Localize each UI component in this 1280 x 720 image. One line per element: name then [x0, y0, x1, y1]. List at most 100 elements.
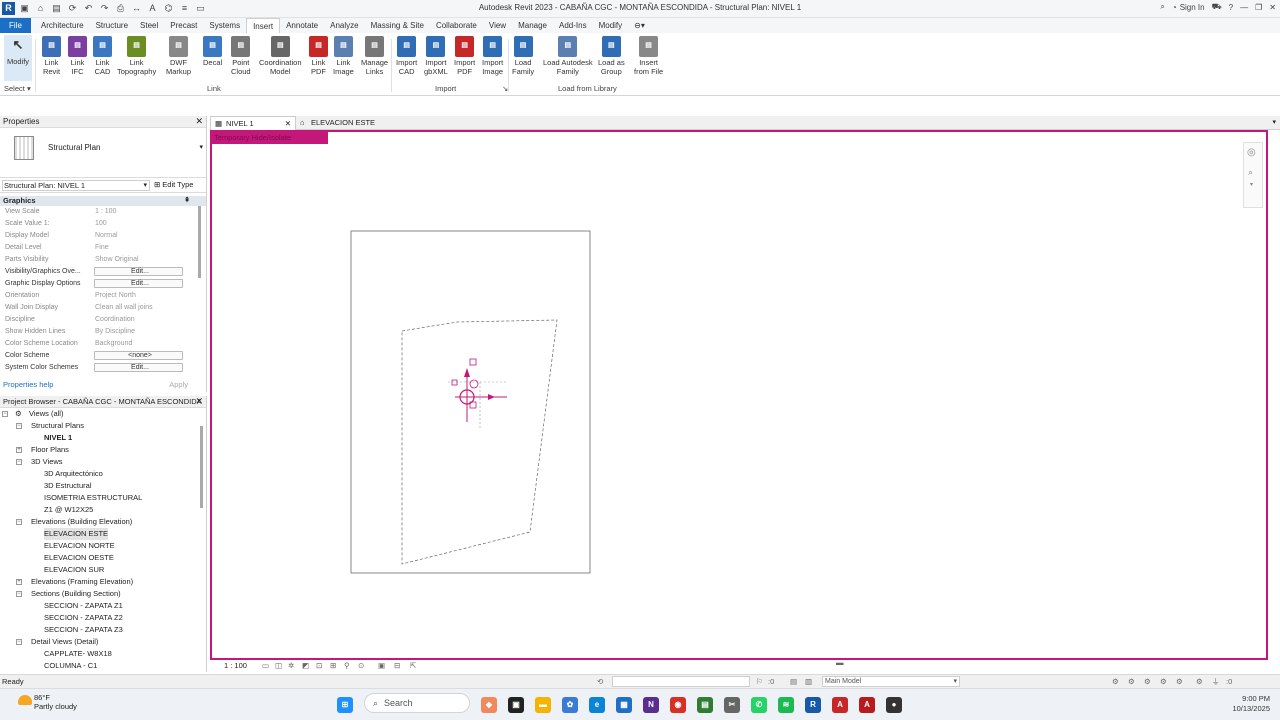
search-icon[interactable]: ⌕	[1160, 2, 1164, 12]
apply-button[interactable]: Apply	[169, 378, 188, 392]
crop-view-icon[interactable]: ⊡	[316, 660, 322, 672]
load-family-button[interactable]: ▤ Load Family	[512, 36, 534, 76]
tab-structure[interactable]: Structure	[90, 18, 134, 33]
close-icon[interactable]: ✕	[285, 117, 291, 131]
copilot-icon[interactable]: ✿	[562, 696, 578, 713]
taskbar-search[interactable]: ⌕ Search	[364, 693, 470, 713]
reveal-hidden-icon[interactable]: ⊙	[358, 660, 364, 672]
chevron-down-icon[interactable]: ▾	[1250, 181, 1253, 188]
visual-style-icon[interactable]: ◫	[275, 660, 282, 672]
edit-type-button[interactable]: ⊞ Edit Type	[154, 180, 193, 189]
sync-icon[interactable]: ⟳	[66, 2, 79, 15]
background-processes-icon[interactable]: ⚙	[1196, 675, 1203, 688]
snipping-tool-icon[interactable]: ✂	[724, 696, 740, 713]
minimize-icon[interactable]: —	[1240, 3, 1248, 12]
browser-item[interactable]: ELEVACION ESTE	[0, 528, 206, 540]
tab-systems[interactable]: Systems	[203, 18, 246, 33]
select-links-icon[interactable]: ⚙	[1112, 675, 1119, 688]
tab-elevacion-este[interactable]: ⌂ ELEVACION ESTE	[296, 116, 396, 130]
constraints-icon[interactable]: ⇱	[410, 660, 416, 672]
browser-item[interactable]: SECCION - ZAPATA Z2	[0, 612, 206, 624]
browser-item[interactable]: + Floor Plans	[0, 444, 206, 456]
shadows-icon[interactable]: ◩	[302, 660, 309, 672]
temporary-hide-icon[interactable]: ⚲	[344, 660, 350, 672]
expand-icon[interactable]: +	[16, 579, 22, 585]
help-icon[interactable]: ?	[1229, 3, 1233, 12]
undo-icon[interactable]: ↶	[82, 2, 95, 15]
widget-app-icon[interactable]: ◆	[481, 696, 497, 713]
collapse-icon[interactable]: −	[16, 459, 22, 465]
drawing-canvas[interactable]: Temporary Hide/Isolate ◎ ⌕ ▾	[210, 130, 1268, 660]
tab-file[interactable]: File	[0, 18, 31, 33]
3d-view-icon[interactable]: ⌬	[162, 2, 175, 15]
collapse-icon[interactable]: −	[16, 591, 22, 597]
tab-architecture[interactable]: Architecture	[35, 18, 90, 33]
browser-item[interactable]: SECCION - ZAPATA Z1	[0, 600, 206, 612]
close-icon[interactable]: ✕	[195, 116, 203, 127]
link-revit-button[interactable]: ▤ Link Revit	[42, 36, 61, 76]
tab-precast[interactable]: Precast	[164, 18, 203, 33]
recorder-icon[interactable]: ●	[886, 696, 902, 713]
instance-filter-select[interactable]: Structural Plan: NIVEL 1 ▾	[2, 180, 150, 191]
tab-collaborate[interactable]: Collaborate	[430, 18, 483, 33]
import-image-button[interactable]: ▤ Import Image	[482, 36, 503, 76]
save-icon[interactable]: ▤	[50, 2, 63, 15]
dwf-markup-button[interactable]: ▤ DWF Markup	[166, 36, 191, 76]
expand-icon[interactable]: +	[16, 447, 22, 453]
close-icon[interactable]: ✕	[195, 396, 203, 407]
print-icon[interactable]: ⎙	[114, 2, 127, 15]
temporary-view-properties-icon[interactable]: ▣	[378, 660, 385, 672]
collapse-icon[interactable]: −	[16, 423, 22, 429]
import-pdf-button[interactable]: ▤ Import PDF	[454, 36, 475, 76]
windows-start-icon[interactable]: ⊞	[337, 696, 353, 713]
analytical-model-icon[interactable]: ⊟	[394, 660, 400, 672]
browser-item[interactable]: ELEVACION SUR	[0, 564, 206, 576]
collapse-icon[interactable]: −	[16, 639, 22, 645]
browser-item[interactable]: − Structural Plans	[0, 420, 206, 432]
revit-logo-icon[interactable]: R	[2, 2, 15, 15]
browser-item[interactable]: ELEVACION OESTE	[0, 552, 206, 564]
browser-scrollbar[interactable]	[200, 426, 203, 508]
tab-nivel-1[interactable]: ▦ NIVEL 1 ✕	[210, 116, 296, 130]
revit-taskbar-icon[interactable]: R	[805, 696, 821, 713]
tab-view[interactable]: View	[483, 18, 512, 33]
coordination-model-button[interactable]: ▤ Coordination Model	[259, 36, 302, 76]
filter-icon[interactable]: ⏚	[1212, 675, 1220, 688]
property-edit-button[interactable]: <none>	[94, 351, 183, 360]
onenote-icon[interactable]: N	[643, 696, 659, 713]
collapse-icon[interactable]: −	[2, 411, 8, 417]
spotify-icon[interactable]: ≋	[778, 696, 794, 713]
graphics-group-header[interactable]: Graphics ⇞	[0, 196, 206, 206]
cart-icon[interactable]: ⛟	[1212, 2, 1222, 12]
properties-help-link[interactable]: Properties help	[3, 378, 53, 392]
resize-handle[interactable]: ▬	[836, 657, 844, 669]
system-clock[interactable]: 9:00 PM 10/13/2025	[1232, 694, 1270, 714]
sun-path-icon[interactable]: ✲	[288, 660, 294, 672]
tab-massing-site[interactable]: Massing & Site	[365, 18, 430, 33]
tab-modify[interactable]: Modify	[593, 18, 629, 33]
import-gbxml-button[interactable]: ▤ Import gbXML	[424, 36, 448, 76]
property-edit-button[interactable]: Edit...	[94, 363, 183, 372]
detail-level-icon[interactable]: ▭	[262, 660, 269, 672]
home-icon[interactable]: ⌂	[34, 2, 47, 15]
task-view-icon[interactable]: ▣	[508, 696, 524, 713]
link-ifc-button[interactable]: ▤ Link IFC	[68, 36, 87, 76]
workset-select[interactable]	[612, 676, 750, 687]
browser-item[interactable]: 3D Estructural	[0, 480, 206, 492]
tab-menu-icon[interactable]: ▾	[1272, 116, 1276, 130]
import-cad-button[interactable]: ▤ Import CAD	[396, 36, 417, 76]
tab-manage[interactable]: Manage	[512, 18, 553, 33]
worksets-icon[interactable]: ⟲	[597, 675, 603, 688]
browser-item[interactable]: SECCION - ZAPATA Z3	[0, 624, 206, 636]
tab-annotate[interactable]: Annotate	[280, 18, 324, 33]
select-by-face-icon[interactable]: ⚙	[1160, 675, 1167, 688]
modify-button[interactable]: ↖ Modify	[4, 35, 32, 81]
browser-item[interactable]: + Elevations (Framing Elevation)	[0, 576, 206, 588]
tab-insert[interactable]: Insert	[246, 18, 281, 33]
collapse-icon[interactable]: −	[16, 519, 22, 525]
link-pdf-button[interactable]: ▤ Link PDF	[309, 36, 328, 76]
load-autodesk-family-button[interactable]: ▤ Load Autodesk Family	[543, 36, 593, 76]
open-icon[interactable]: ▣	[18, 2, 31, 15]
browser-item[interactable]: ISOMETRIA ESTRUCTURAL	[0, 492, 206, 504]
view-scale[interactable]: 1 : 100	[224, 660, 247, 672]
